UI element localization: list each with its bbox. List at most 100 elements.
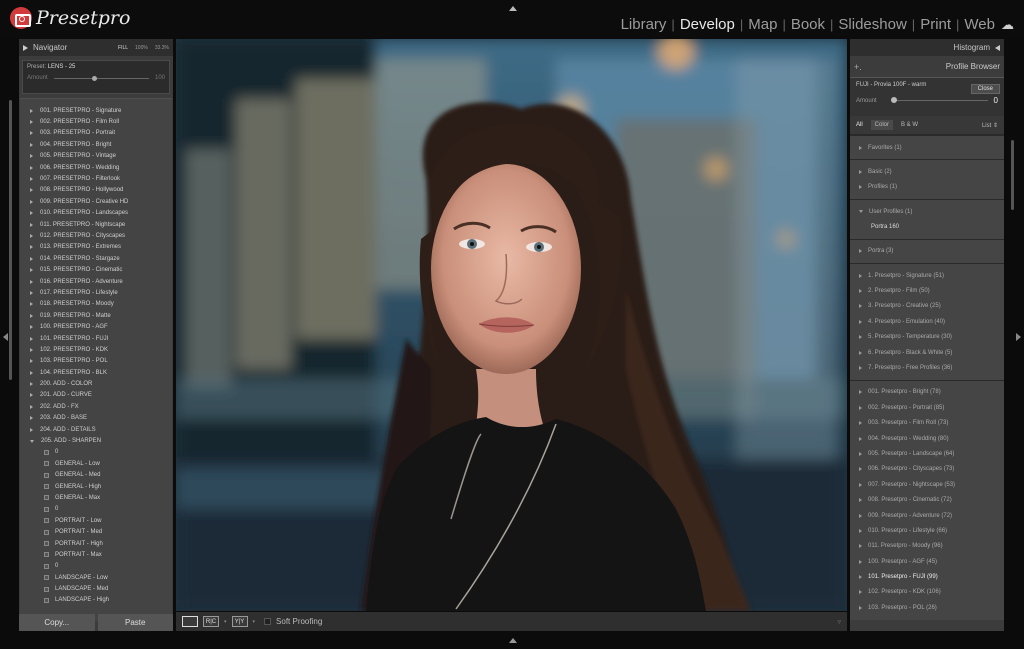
- profile-group-item[interactable]: 3. Presetpro - Creative (25): [850, 299, 1004, 314]
- profile-item[interactable]: Portra 160: [850, 220, 1004, 235]
- before-after-icon[interactable]: R|C: [203, 616, 219, 627]
- paste-button[interactable]: Paste: [97, 614, 173, 631]
- slider-knob[interactable]: [890, 97, 897, 103]
- expand-triangle-icon[interactable]: [30, 302, 33, 307]
- preset-folder[interactable]: 200. ADD - COLOR: [20, 378, 172, 389]
- expand-triangle-icon[interactable]: [859, 145, 862, 150]
- preset-folder[interactable]: 104. PRESETPRO - BLK: [20, 367, 172, 378]
- expand-triangle-icon[interactable]: [30, 256, 33, 261]
- preset-folder[interactable]: 202. ADD - FX: [20, 401, 172, 412]
- left-scrollbar[interactable]: [9, 100, 12, 380]
- expand-triangle-icon[interactable]: [859, 498, 862, 503]
- cloud-icon[interactable]: ☁: [1001, 17, 1014, 33]
- expand-triangle-icon[interactable]: [30, 154, 33, 159]
- expand-triangle-icon[interactable]: [30, 245, 33, 250]
- profile-group-item[interactable]: User Profiles (1): [850, 204, 1004, 219]
- preset-folder[interactable]: 007. PRESETPRO - Filterlook: [20, 173, 172, 184]
- preset-folder[interactable]: 003. PRESETPRO - Portrait: [20, 128, 172, 139]
- left-panel-toggle-icon[interactable]: [3, 333, 8, 341]
- expand-triangle-icon[interactable]: [859, 405, 862, 410]
- preset-item[interactable]: GENERAL - Max: [20, 492, 172, 503]
- module-develop[interactable]: Develop: [680, 16, 735, 33]
- expand-triangle-icon[interactable]: [30, 199, 33, 204]
- expand-triangle-icon[interactable]: [30, 188, 33, 193]
- preset-item[interactable]: 0: [20, 447, 172, 458]
- preset-folder[interactable]: 012. PRESETPRO - Cityscapes: [20, 230, 172, 241]
- expand-triangle-icon[interactable]: [30, 404, 33, 409]
- zoom-100[interactable]: 100%: [135, 45, 148, 51]
- profile-group-item[interactable]: 008. Presetpro - Cinematic (72): [850, 492, 1004, 507]
- module-print[interactable]: Print: [920, 16, 951, 33]
- expand-triangle-icon[interactable]: [30, 131, 33, 136]
- expand-triangle-icon[interactable]: [859, 467, 862, 472]
- expand-triangle-icon[interactable]: [859, 249, 862, 254]
- expand-triangle-icon[interactable]: [30, 142, 33, 147]
- list-view-select[interactable]: List ⇕: [982, 122, 998, 129]
- expand-triangle-icon[interactable]: [30, 211, 33, 216]
- preset-item[interactable]: PORTRAIT - Max: [20, 549, 172, 560]
- preset-folder[interactable]: 101. PRESETPRO - FUJI: [20, 333, 172, 344]
- chevron-down-icon[interactable]: ▾: [224, 619, 227, 625]
- preset-item[interactable]: 0: [20, 504, 172, 515]
- profile-group-item[interactable]: 007. Presetpro - Nightscape (53): [850, 477, 1004, 492]
- expand-triangle-icon[interactable]: [30, 416, 33, 421]
- preset-item[interactable]: PORTRAIT - Med: [20, 526, 172, 537]
- expand-triangle-icon[interactable]: [859, 451, 862, 456]
- expand-triangle-icon[interactable]: [30, 336, 33, 341]
- expand-triangle-icon[interactable]: [30, 359, 33, 364]
- collapse-triangle-icon[interactable]: [23, 44, 28, 51]
- module-book[interactable]: Book: [791, 16, 825, 33]
- preset-item[interactable]: GENERAL - Low: [20, 458, 172, 469]
- profile-group-item[interactable]: 4. Presetpro - Emulation (40): [850, 314, 1004, 329]
- expand-triangle-icon[interactable]: [30, 382, 33, 387]
- preset-item[interactable]: GENERAL - High: [20, 481, 172, 492]
- preset-folder[interactable]: 016. PRESETPRO - Adventure: [20, 276, 172, 287]
- expand-triangle-icon[interactable]: [30, 325, 33, 330]
- expand-triangle-icon[interactable]: [859, 605, 862, 610]
- expand-triangle-icon[interactable]: [30, 177, 33, 182]
- profile-group-item[interactable]: 5. Presetpro - Temperature (30): [850, 330, 1004, 345]
- expand-triangle-icon[interactable]: [30, 279, 33, 284]
- expand-triangle-icon[interactable]: [859, 304, 862, 309]
- right-scrollbar[interactable]: [1011, 140, 1014, 210]
- preset-folder[interactable]: 001. PRESETPRO - Signature: [20, 105, 172, 116]
- filter-color[interactable]: Color: [870, 120, 894, 130]
- navigator-header[interactable]: Navigator FILL 100% 33.3%: [19, 39, 173, 56]
- profile-group-item[interactable]: 7. Presetpro - Free Profiles (36): [850, 360, 1004, 375]
- loupe-view-icon[interactable]: [182, 616, 198, 627]
- module-map[interactable]: Map: [748, 16, 777, 33]
- profile-group-item[interactable]: 011. Presetpro - Moody (96): [850, 539, 1004, 554]
- expand-triangle-icon[interactable]: [30, 222, 33, 227]
- filter-bw[interactable]: B & W: [901, 122, 918, 128]
- preset-item[interactable]: LANDSCAPE - High: [20, 595, 172, 606]
- preset-amount-slider[interactable]: [53, 75, 149, 81]
- expand-triangle-icon[interactable]: [859, 289, 862, 294]
- close-button[interactable]: Close: [970, 84, 1000, 94]
- profile-group-item[interactable]: 102. Presetpro - KDK (106): [850, 585, 1004, 600]
- expand-triangle-icon[interactable]: [859, 590, 862, 595]
- profile-group-item[interactable]: 001. Presetpro - Bright (78): [850, 385, 1004, 400]
- collapse-triangle-icon[interactable]: [859, 210, 863, 214]
- preset-folder[interactable]: 014. PRESETPRO - Stargaze: [20, 253, 172, 264]
- expand-triangle-icon[interactable]: [30, 108, 33, 113]
- profile-group-item[interactable]: 6. Presetpro - Black & White (5): [850, 345, 1004, 360]
- preset-folder[interactable]: 100. PRESETPRO - AGF: [20, 321, 172, 332]
- expand-triangle-icon[interactable]: [30, 290, 33, 295]
- profile-group-item[interactable]: 2. Presetpro - Film (50): [850, 283, 1004, 298]
- expand-triangle-icon[interactable]: [859, 170, 862, 175]
- expand-triangle-icon[interactable]: [859, 350, 862, 355]
- profile-group-item[interactable]: Favorites (1): [850, 140, 1004, 155]
- zoom-fill[interactable]: FILL: [118, 45, 128, 51]
- expand-triangle-icon[interactable]: [859, 559, 862, 564]
- expand-triangle-icon[interactable]: [859, 421, 862, 426]
- profile-group-item[interactable]: 1. Presetpro - Signature (51): [850, 268, 1004, 283]
- before-after-split-icon[interactable]: Y|Y: [231, 616, 248, 627]
- expand-triangle-icon[interactable]: [859, 513, 862, 518]
- histogram-header[interactable]: Histogram: [850, 39, 1004, 56]
- preset-folder[interactable]: 019. PRESETPRO - Matte: [20, 310, 172, 321]
- expand-triangle-icon[interactable]: [859, 335, 862, 340]
- module-slideshow[interactable]: Slideshow: [838, 16, 906, 33]
- right-panel-toggle-icon[interactable]: [1016, 333, 1021, 341]
- filter-all[interactable]: All: [856, 122, 863, 128]
- profile-group-item[interactable]: 101. Presetpro - FUJI (99): [850, 569, 1004, 584]
